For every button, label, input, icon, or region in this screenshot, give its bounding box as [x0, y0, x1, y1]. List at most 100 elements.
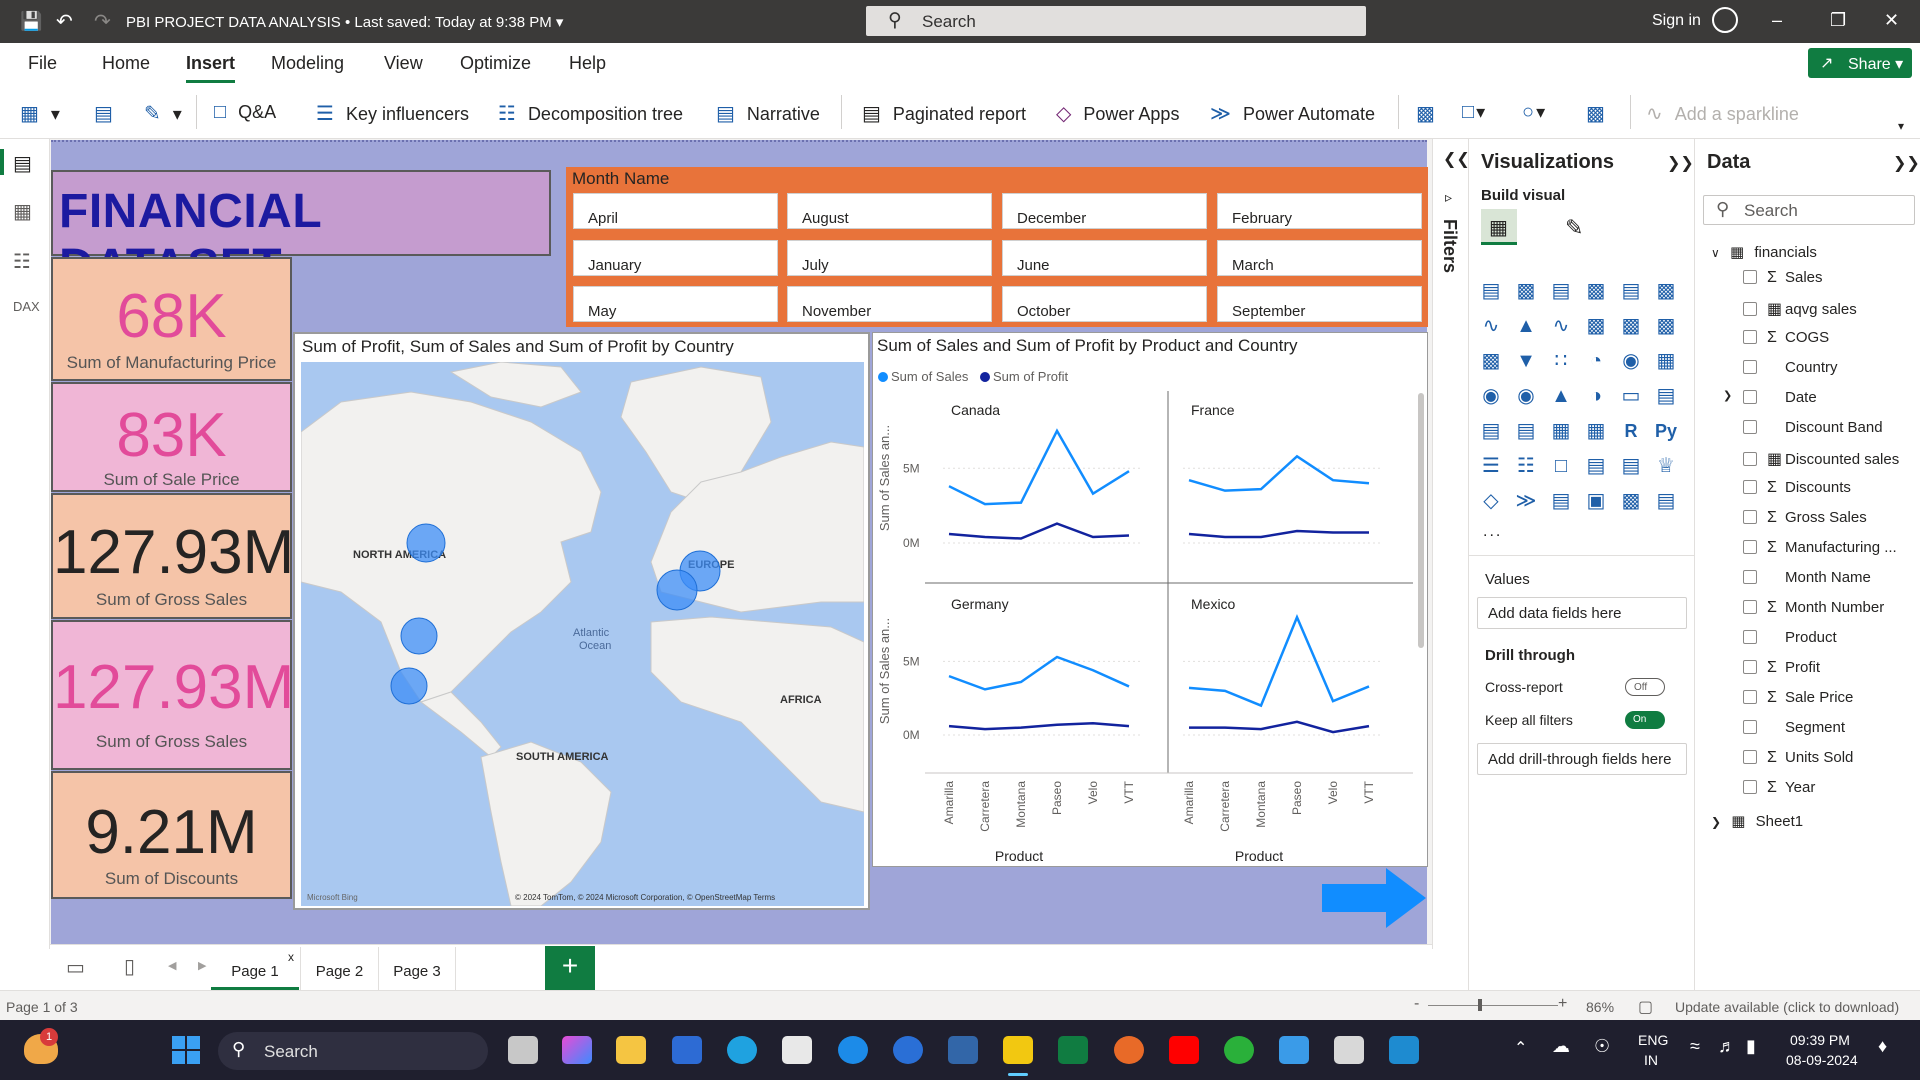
filters-pane-collapsed[interactable]: ❮❮ ▹ Filters	[1432, 139, 1470, 949]
card-icon[interactable]: ▭	[1619, 384, 1643, 408]
narrative-icon[interactable]: ▤	[1584, 454, 1608, 478]
r-visual-icon[interactable]: R	[1619, 419, 1643, 443]
file-explorer-icon[interactable]	[616, 1036, 646, 1064]
kpi-icon[interactable]: ▤	[1479, 419, 1503, 443]
slicer-month-august[interactable]: August	[787, 193, 992, 229]
slicer-month-may[interactable]: May	[573, 286, 778, 322]
field-date[interactable]: ❯ Date	[1723, 389, 1817, 406]
field-checkbox[interactable]	[1743, 660, 1757, 674]
kpi-card-gross-sales[interactable]: 127.93M Sum of Gross Sales	[51, 493, 294, 619]
shape-icon[interactable]: ▣	[1584, 489, 1608, 513]
values-well[interactable]: Add data fields here	[1477, 597, 1687, 629]
goals-icon[interactable]: ♕	[1654, 454, 1678, 478]
menu-file[interactable]: File	[28, 53, 57, 74]
slicer-month-november[interactable]: November	[787, 286, 992, 322]
waterfall-icon[interactable]: ▩	[1479, 349, 1503, 373]
narrative-button[interactable]: ▤ Narrative	[716, 101, 820, 126]
slicer-month-april[interactable]: April	[573, 193, 778, 229]
key-influencers-icon[interactable]: ☰	[1479, 454, 1503, 478]
decomposition-tree-button[interactable]: ☷ Decomposition tree	[498, 101, 683, 126]
drill-through-well[interactable]: Add drill-through fields here	[1477, 743, 1687, 775]
field-checkbox[interactable]	[1743, 600, 1757, 614]
report-view-icon[interactable]: ▤	[13, 151, 32, 176]
field-checkbox[interactable]	[1743, 390, 1757, 404]
field-sales[interactable]: Σ Sales	[1743, 269, 1823, 287]
field-checkbox[interactable]	[1743, 480, 1757, 494]
youtube-icon[interactable]	[1169, 1036, 1199, 1064]
menu-insert[interactable]: Insert	[186, 53, 236, 83]
data-search-input[interactable]: ⚲ Search	[1703, 195, 1915, 225]
cloud-icon[interactable]: ☁	[1552, 1036, 1570, 1057]
app-icon-3[interactable]	[1389, 1036, 1419, 1064]
myhp-icon[interactable]	[672, 1036, 702, 1064]
gauge-icon[interactable]: ◑	[1584, 384, 1608, 408]
field-checkbox[interactable]	[1743, 302, 1757, 316]
field-checkbox[interactable]	[1743, 570, 1757, 584]
field-sale-price[interactable]: Σ Sale Price	[1743, 689, 1853, 707]
key-influencers-button[interactable]: ☰ Key influencers	[316, 101, 469, 126]
paginated-icon[interactable]: ▤	[1619, 454, 1643, 478]
buttons-button[interactable]: □ ▾	[1462, 101, 1485, 124]
collapse-visualizations-icon[interactable]: ❯❯	[1667, 153, 1694, 173]
redo-icon[interactable]: ↷	[94, 9, 111, 34]
share-button[interactable]: ↗ Share ▾	[1808, 48, 1912, 78]
power-automate-icon[interactable]: ≫	[1514, 489, 1538, 513]
field-checkbox[interactable]	[1743, 360, 1757, 374]
tab-page-3[interactable]: Page 3	[378, 947, 456, 991]
qa-button[interactable]: □ Q&A	[214, 101, 276, 124]
100-bar-icon[interactable]: ▤	[1619, 279, 1643, 303]
fit-to-page-icon[interactable]: ▢	[1638, 997, 1653, 1017]
field-country[interactable]: Country	[1743, 359, 1838, 376]
field-discounted-sales[interactable]: ▦ Discounted sales	[1743, 449, 1899, 469]
multirow-card-icon[interactable]: ▤	[1654, 384, 1678, 408]
menu-optimize[interactable]: Optimize	[460, 53, 531, 74]
notifications-bell-icon[interactable]: ♦	[1878, 1036, 1887, 1057]
field-month-name[interactable]: Month Name	[1743, 569, 1871, 586]
field-aqvg-sales[interactable]: ▦ aqvg sales	[1743, 299, 1857, 319]
field-checkbox[interactable]	[1743, 780, 1757, 794]
store-icon[interactable]	[782, 1036, 812, 1064]
zoom-slider[interactable]	[1428, 1005, 1558, 1006]
app-icon[interactable]	[893, 1036, 923, 1064]
zoom-slider-thumb[interactable]	[1478, 999, 1482, 1011]
taskbar-search[interactable]: ⚲ Search	[218, 1032, 488, 1070]
zoom-in-button[interactable]: +	[1558, 995, 1567, 1013]
textbox-icon[interactable]: ▤	[1654, 489, 1678, 513]
add-page-button[interactable]: +	[545, 946, 595, 990]
stacked-column-icon[interactable]: ▩	[1514, 279, 1538, 303]
clock-date[interactable]: 08-09-2024	[1786, 1052, 1858, 1068]
help-icon[interactable]	[838, 1036, 868, 1064]
jupyter-icon[interactable]	[1114, 1036, 1144, 1064]
field-month-number[interactable]: Σ Month Number	[1743, 599, 1884, 617]
slicer-month-february[interactable]: February	[1217, 193, 1422, 229]
kpi-card-manufacturing-price[interactable]: 68K Sum of Manufacturing Price	[51, 257, 292, 381]
menu-view[interactable]: View	[384, 53, 423, 74]
task-view-icon[interactable]	[508, 1036, 538, 1064]
ribbon-collapse-icon[interactable]: ▾	[1898, 119, 1904, 133]
slicer-month-march[interactable]: March	[1217, 240, 1422, 276]
model-view-icon[interactable]: ☷	[13, 249, 31, 274]
field-checkbox[interactable]	[1743, 420, 1757, 434]
image-icon[interactable]: ▩	[1619, 489, 1643, 513]
power-automate-button[interactable]: ≫ Power Automate	[1210, 101, 1375, 126]
document-title[interactable]: PBI PROJECT DATA ANALYSIS • Last saved: …	[126, 13, 563, 31]
wifi-icon[interactable]: ≈	[1690, 1036, 1700, 1057]
language-label[interactable]: ENG	[1638, 1032, 1668, 1048]
field-product[interactable]: Product	[1743, 629, 1837, 646]
filled-map-icon[interactable]: ◉	[1514, 384, 1538, 408]
field-manufacturing[interactable]: Σ Manufacturing ...	[1743, 539, 1897, 557]
slicer-month-september[interactable]: September	[1217, 286, 1422, 322]
field-discounts[interactable]: Σ Discounts	[1743, 479, 1851, 497]
windows-start-icon[interactable]	[172, 1036, 200, 1064]
save-icon[interactable]: 💾	[20, 11, 42, 32]
field-checkbox[interactable]	[1743, 452, 1757, 466]
scroll-right-icon[interactable]: ▶	[198, 959, 206, 972]
snipping-tool-icon[interactable]	[1334, 1036, 1364, 1064]
ribbon-chart-icon[interactable]: ▩	[1584, 314, 1608, 338]
custom-visual-icon[interactable]: ▤	[1549, 489, 1573, 513]
close-icon[interactable]: ✕	[1884, 10, 1899, 31]
clustered-column-icon[interactable]: ▩	[1584, 279, 1608, 303]
map-canvas[interactable]: NORTH AMERICA EUROPE AFRICA SOUTH AMERIC…	[301, 362, 864, 906]
account-icon[interactable]	[1712, 7, 1738, 33]
field-checkbox[interactable]	[1743, 270, 1757, 284]
